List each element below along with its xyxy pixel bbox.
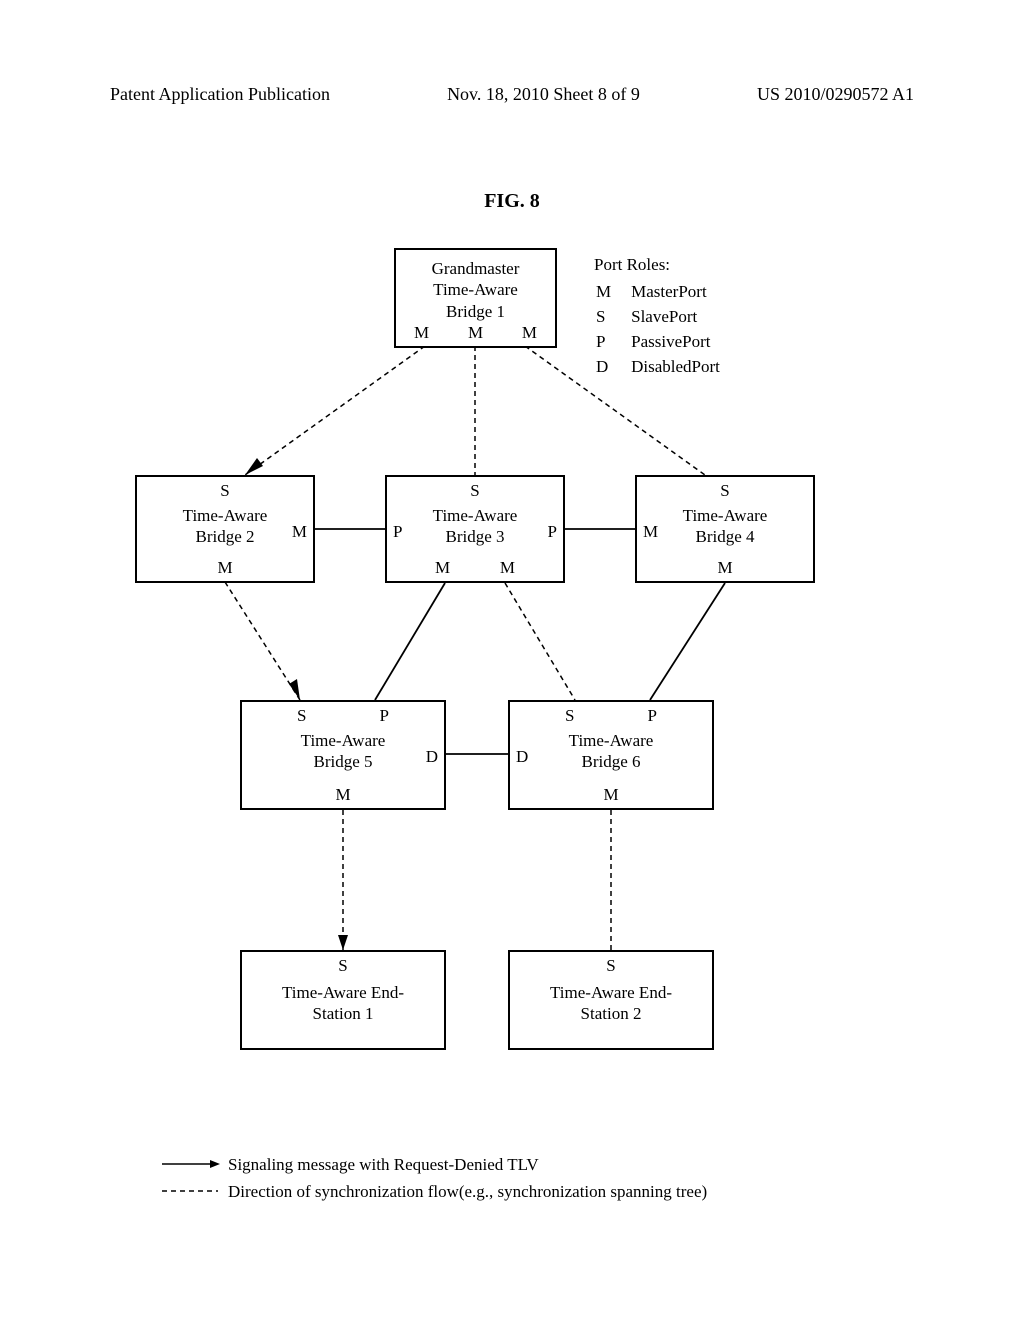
port-roles-title: Port Roles: (594, 254, 740, 277)
end-station-2-box: S Time-Aware End- Station 2 (508, 950, 714, 1050)
port-name-m: MasterPort (631, 281, 738, 304)
port-name-p: PassivePort (631, 331, 738, 354)
port-name-d: DisabledPort (631, 356, 738, 379)
bridge2-l2: Bridge 2 (137, 526, 313, 547)
port-roles-legend: Port Roles: MMasterPort SSlavePort PPass… (594, 254, 740, 381)
bridge5-l1: Time-Aware (242, 730, 444, 751)
legend-dashed-label: Direction of synchronization flow(e.g., … (228, 1178, 707, 1205)
diagram: Port Roles: MMasterPort SSlavePort PPass… (0, 240, 1024, 1140)
b2-port-m-right: M (292, 521, 307, 542)
port-name-s: SlavePort (631, 306, 738, 329)
b6-port-m: M (603, 784, 618, 805)
bridge-3-box: S Time-Aware Bridge 3 P P M M (385, 475, 565, 583)
b3-port-m2: M (500, 557, 515, 578)
bridge2-l1: Time-Aware (137, 505, 313, 526)
bridge5-l2: Bridge 5 (242, 751, 444, 772)
b6-port-p: P (648, 705, 657, 726)
legend-solid-label: Signaling message with Request-Denied TL… (228, 1151, 539, 1178)
b4-port-m-left: M (643, 521, 658, 542)
b5-port-d: D (426, 746, 438, 767)
b4-port-m-bottom: M (717, 557, 732, 578)
station1-l1: Time-Aware End- (242, 982, 444, 1003)
dashed-line-icon (162, 1185, 222, 1197)
station1-l2: Station 1 (242, 1003, 444, 1024)
bridge4-l1: Time-Aware (637, 505, 813, 526)
station2-l1: Time-Aware End- (510, 982, 712, 1003)
b5-port-s: S (297, 705, 306, 726)
b3-port-p-left: P (393, 521, 402, 542)
end-station-1-box: S Time-Aware End- Station 1 (240, 950, 446, 1050)
header-right: US 2010/0290572 A1 (757, 84, 914, 105)
bridge-6-box: S P D Time-Aware Bridge 6 M (508, 700, 714, 810)
b6-port-s: S (565, 705, 574, 726)
b2-port-m-bottom: M (217, 557, 232, 578)
figure-title: FIG. 8 (0, 190, 1024, 213)
header-center: Nov. 18, 2010 Sheet 8 of 9 (447, 84, 640, 105)
bridge-2-box: S Time-Aware Bridge 2 M M (135, 475, 315, 583)
bottom-legend: Signaling message with Request-Denied TL… (162, 1151, 707, 1205)
b3-port-p-right: P (548, 521, 557, 542)
b3-port-s: S (470, 480, 479, 501)
bridge-1-box: Grandmaster Time-Aware Bridge 1 M M M (394, 248, 557, 348)
bridge1-l1: Grandmaster (396, 258, 555, 279)
bridge3-l1: Time-Aware (387, 505, 563, 526)
bridge-5-box: S P Time-Aware Bridge 5 D M (240, 700, 446, 810)
b2-port-s: S (220, 480, 229, 501)
port-code-p: P (596, 331, 629, 354)
station2-l2: Station 2 (510, 1003, 712, 1024)
b6-port-d: D (516, 746, 528, 767)
header-left: Patent Application Publication (110, 84, 330, 105)
b3-port-m1: M (435, 557, 450, 578)
bridge1-l2: Time-Aware (396, 279, 555, 300)
bridge-4-box: S Time-Aware Bridge 4 M M (635, 475, 815, 583)
bridge1-l3: Bridge 1 (396, 301, 555, 322)
bridge6-l1: Time-Aware (510, 730, 712, 751)
b1-port-m2: M (468, 322, 483, 343)
b4-port-s: S (720, 480, 729, 501)
solid-arrow-icon (162, 1158, 222, 1170)
b5-port-p: P (380, 705, 389, 726)
b1-port-m3: M (522, 322, 537, 343)
bridge6-l2: Bridge 6 (510, 751, 712, 772)
es2-port-s: S (606, 955, 615, 976)
port-code-m: M (596, 281, 629, 304)
es1-port-s: S (338, 955, 347, 976)
b1-port-m1: M (414, 322, 429, 343)
bridge3-l2: Bridge 3 (387, 526, 563, 547)
bridge4-l2: Bridge 4 (637, 526, 813, 547)
b5-port-m: M (335, 784, 350, 805)
port-code-d: D (596, 356, 629, 379)
port-code-s: S (596, 306, 629, 329)
